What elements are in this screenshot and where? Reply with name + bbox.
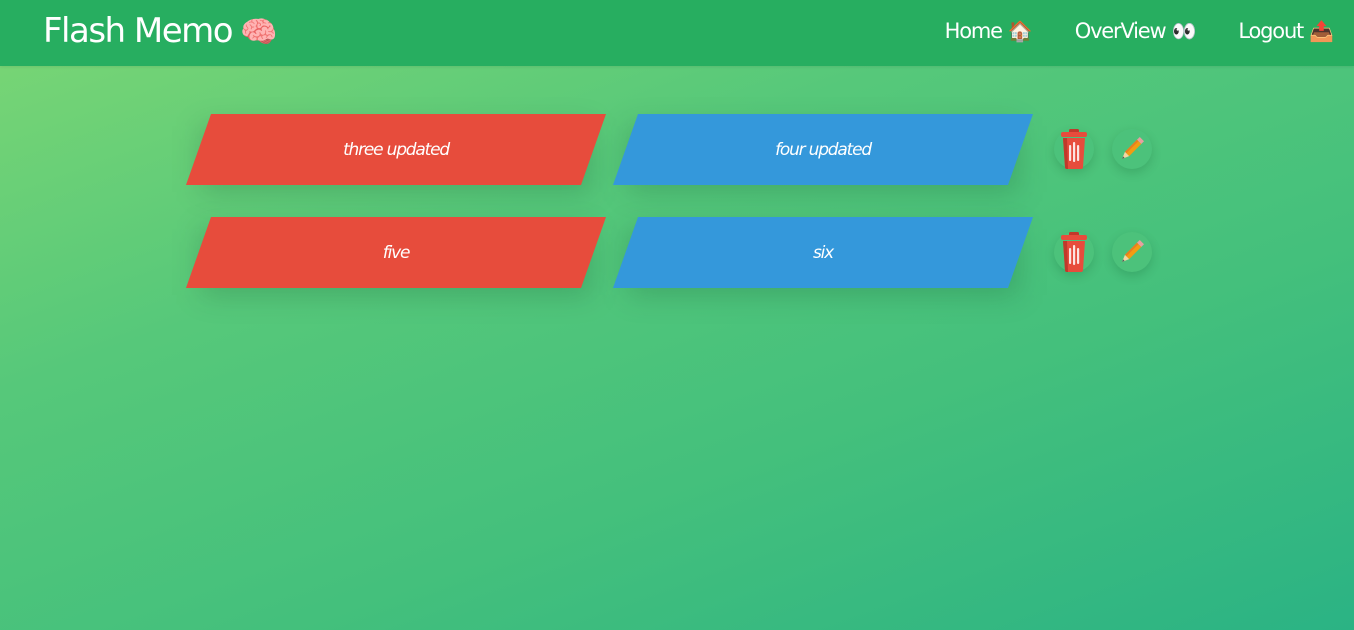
card-back[interactable]: four updated <box>613 114 1033 185</box>
pencil-icon <box>1122 136 1145 159</box>
delete-button[interactable] <box>1054 232 1094 272</box>
navbar: Flash Memo 🧠 Home 🏠 OverView 👀 Logout 📤 <box>0 0 1354 66</box>
edit-button[interactable] <box>1112 232 1152 272</box>
nav-home-link[interactable]: Home 🏠 <box>945 19 1033 43</box>
delete-button[interactable] <box>1054 129 1094 169</box>
eyes-icon: 👀 <box>1171 19 1197 43</box>
edit-button[interactable] <box>1112 129 1152 169</box>
trash-icon <box>1061 232 1087 272</box>
brand-title: Flash Memo <box>43 11 234 51</box>
outbox-icon: 📤 <box>1309 19 1334 43</box>
trash-icon <box>1061 129 1087 169</box>
pencil-icon <box>1122 239 1145 262</box>
nav-logout-link[interactable]: Logout 📤 <box>1238 19 1334 43</box>
nav-home-label: Home <box>944 19 1003 43</box>
card-front[interactable]: five <box>186 217 606 288</box>
flashcard-row: five six <box>186 217 1166 295</box>
brain-icon: 🧠 <box>240 15 278 50</box>
card-back[interactable]: six <box>613 217 1033 288</box>
nav-logout-label: Logout <box>1238 19 1304 43</box>
brand-logo[interactable]: Flash Memo 🧠 <box>43 9 277 55</box>
card-front[interactable]: three updated <box>186 114 606 185</box>
nav-overview-label: OverView <box>1074 19 1167 43</box>
nav-links: Home 🏠 OverView 👀 Logout 📤 <box>903 0 1334 62</box>
house-icon: 🏠 <box>1007 19 1033 43</box>
nav-overview-link[interactable]: OverView 👀 <box>1075 19 1197 43</box>
flashcard-row: three updated four updated <box>186 114 1166 192</box>
